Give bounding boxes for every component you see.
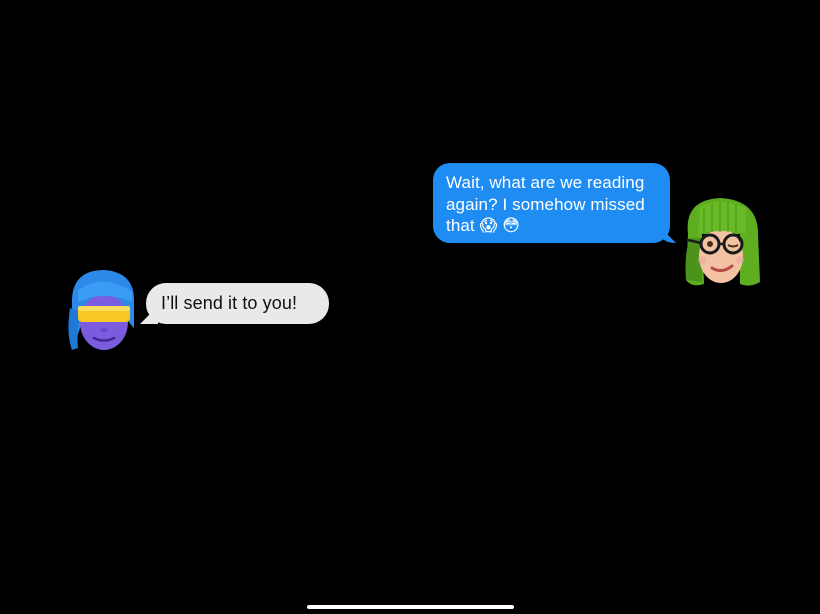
message-bubble-blue[interactable]: Wait, what are we reading again? I someh… <box>433 163 670 243</box>
memoji-purple-sunglasses-icon <box>68 270 134 350</box>
message-text: Wait, what are we reading again? I someh… <box>446 173 645 235</box>
message-screen: Wait, what are we reading again? I someh… <box>0 0 820 614</box>
memoji-green-hair-glasses-icon <box>685 198 760 286</box>
message-bubble-gray[interactable]: I’ll send it to you! <box>146 283 329 324</box>
home-indicator[interactable] <box>307 605 514 609</box>
message-text: I’ll send it to you! <box>161 293 298 313</box>
